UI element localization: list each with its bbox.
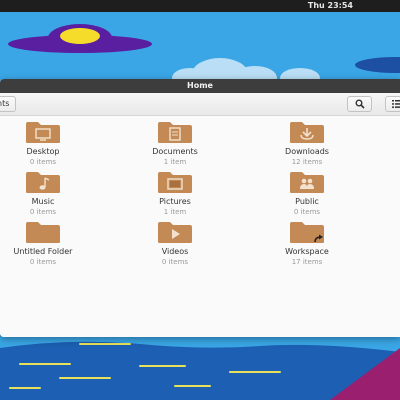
view-options-icon bbox=[392, 100, 400, 108]
folder-icon bbox=[26, 222, 60, 243]
recents-label: nts bbox=[0, 99, 10, 108]
recents-button[interactable]: nts bbox=[0, 96, 16, 112]
search-button[interactable] bbox=[347, 96, 372, 112]
videos-folder-icon bbox=[158, 222, 192, 243]
search-icon bbox=[355, 99, 365, 109]
item-count: 1 item bbox=[163, 208, 187, 216]
symlink-folder-icon bbox=[290, 222, 324, 243]
item-count: 0 items bbox=[29, 258, 57, 266]
file-item-videos[interactable]: Videos 0 items bbox=[125, 220, 225, 267]
item-name: Downloads bbox=[285, 147, 329, 156]
file-manager-window: Home nts Desktop bbox=[0, 79, 400, 337]
item-name: Public bbox=[295, 197, 319, 206]
item-name: Desktop bbox=[26, 147, 60, 156]
file-item-pictures[interactable]: Pictures 1 item bbox=[125, 170, 225, 217]
file-item-music[interactable]: Music 0 items bbox=[0, 170, 93, 217]
public-folder-icon bbox=[290, 172, 324, 193]
item-name: Videos bbox=[161, 247, 189, 256]
downloads-folder-icon bbox=[290, 122, 324, 143]
item-name: Music bbox=[31, 197, 55, 206]
item-name: Untitled Folder bbox=[13, 247, 73, 256]
item-count: 0 items bbox=[161, 258, 189, 266]
file-item-documents[interactable]: Documents 1 item bbox=[125, 120, 225, 167]
item-count: 0 items bbox=[29, 158, 57, 166]
item-name: Workspace bbox=[285, 247, 329, 256]
documents-folder-icon bbox=[158, 122, 192, 143]
window-title[interactable]: Home bbox=[0, 79, 400, 93]
item-count: 0 items bbox=[29, 208, 57, 216]
file-grid: Desktop 0 items Documents 1 item Downloa… bbox=[0, 116, 400, 337]
file-item-desktop[interactable]: Desktop 0 items bbox=[0, 120, 93, 167]
item-name: Documents bbox=[152, 147, 198, 156]
file-item-untitled-folder[interactable]: Untitled Folder 0 items bbox=[0, 220, 93, 267]
item-name: Pictures bbox=[159, 197, 191, 206]
top-panel: Thu 23:54 bbox=[0, 0, 400, 12]
toolbar: nts bbox=[0, 93, 400, 116]
music-folder-icon bbox=[26, 172, 60, 193]
desktop-folder-icon bbox=[26, 122, 60, 143]
pictures-folder-icon bbox=[158, 172, 192, 193]
item-count: 12 items bbox=[291, 158, 323, 166]
clock[interactable]: Thu 23:54 bbox=[308, 1, 353, 11]
item-count: 0 items bbox=[293, 208, 321, 216]
file-item-public[interactable]: Public 0 items bbox=[257, 170, 357, 217]
item-count: 17 items bbox=[291, 258, 323, 266]
file-item-workspace[interactable]: Workspace 17 items bbox=[257, 220, 357, 267]
file-item-downloads[interactable]: Downloads 12 items bbox=[257, 120, 357, 167]
item-count: 1 item bbox=[163, 158, 187, 166]
view-options-button[interactable] bbox=[385, 96, 400, 112]
